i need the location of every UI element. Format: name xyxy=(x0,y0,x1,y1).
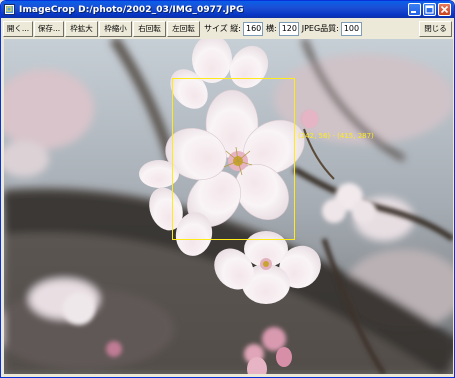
window-title: ImageCrop D:/photo/2002_03/IMG_0977.JPG xyxy=(19,4,244,15)
rotate-right-button[interactable]: 右回転 xyxy=(133,20,166,37)
width-input[interactable]: 120 xyxy=(278,21,299,36)
toolbar: 開く... 保存... 枠拡大 枠縮小 右回転 左回転 サイズ 縦: 160 横… xyxy=(3,19,454,38)
enlarge-frame-button[interactable]: 枠拡大 xyxy=(65,20,98,37)
minimize-icon xyxy=(411,11,416,13)
quality-input[interactable]: 100 xyxy=(340,21,362,36)
maximize-button[interactable] xyxy=(423,3,436,16)
maximize-icon xyxy=(425,5,434,14)
height-input[interactable]: 160 xyxy=(243,21,263,36)
size-width-label: 横: xyxy=(266,24,277,33)
shrink-frame-button[interactable]: 枠縮小 xyxy=(99,20,132,37)
crop-frame[interactable] xyxy=(172,78,295,240)
save-button[interactable]: 保存... xyxy=(34,20,64,37)
caption-buttons xyxy=(408,3,451,16)
jpeg-quality-label: JPEG品質: xyxy=(301,24,339,33)
title-bar[interactable]: ImageCrop D:/photo/2002_03/IMG_0977.JPG xyxy=(1,1,454,18)
app-icon xyxy=(4,4,15,15)
minimize-button[interactable] xyxy=(408,3,421,16)
rotate-left-button[interactable]: 左回転 xyxy=(167,20,200,37)
open-button[interactable]: 開く... xyxy=(3,20,33,37)
app-window: ImageCrop D:/photo/2002_03/IMG_0977.JPG … xyxy=(0,0,455,378)
crop-coordinates: (242, 56) - (415, 287) xyxy=(298,132,374,140)
close-button[interactable]: 閉じる xyxy=(419,20,452,37)
close-icon xyxy=(440,5,449,14)
close-window-button[interactable] xyxy=(438,3,451,16)
size-height-label: サイズ 縦: xyxy=(204,24,241,33)
image-canvas[interactable]: (242, 56) - (415, 287) xyxy=(4,39,453,374)
